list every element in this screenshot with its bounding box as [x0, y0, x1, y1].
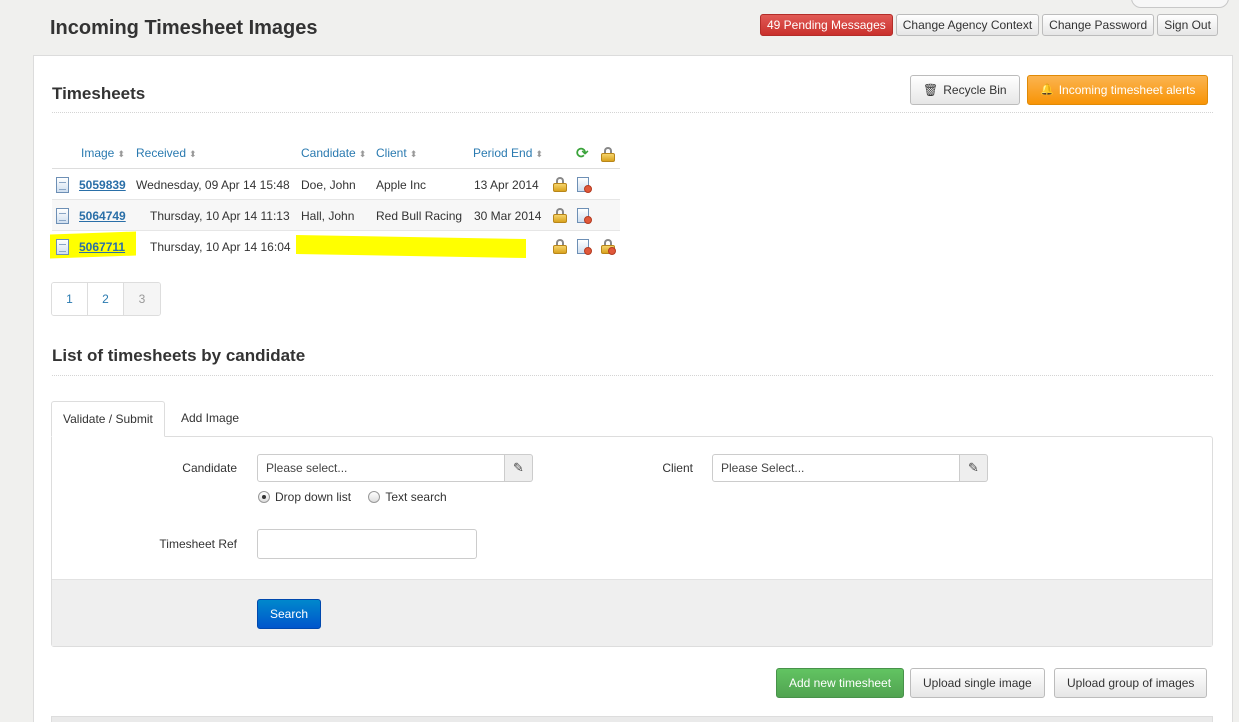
- recycle-bin-label: Recycle Bin: [943, 83, 1007, 97]
- timesheets-heading: Timesheets: [52, 84, 146, 103]
- radio-circle[interactable]: [368, 491, 381, 503]
- tab-validate-submit[interactable]: Validate / Submit: [51, 401, 165, 437]
- redaction-mark: [296, 234, 526, 259]
- image-link[interactable]: 5064749: [79, 209, 126, 223]
- lock-delete-icon[interactable]: [601, 239, 616, 255]
- timesheet-ref-input[interactable]: [257, 529, 477, 559]
- table-row: 5067711 Thursday, 10 Apr 14 16:04: [50, 231, 620, 262]
- document-delete-icon[interactable]: [577, 239, 592, 255]
- divider: [52, 112, 1213, 113]
- col-received-header[interactable]: Received ⬍: [136, 146, 197, 160]
- pagination: 1 2 3: [51, 282, 161, 316]
- table-row: 5064749 Thursday, 10 Apr 14 11:13 Hall, …: [52, 200, 620, 231]
- received-cell: Thursday, 10 Apr 14 11:13: [150, 209, 290, 223]
- page-2[interactable]: 2: [88, 283, 124, 315]
- lock-icon[interactable]: [553, 208, 567, 223]
- lock-icon[interactable]: [553, 239, 567, 254]
- candidate-label: Candidate: [182, 461, 237, 475]
- period-end-cell: 13 Apr 2014: [474, 178, 539, 192]
- candidate-field[interactable]: Please select...: [257, 454, 505, 482]
- tab-add-image[interactable]: Add Image: [170, 401, 250, 437]
- candidate-mode: Drop down list Text search: [258, 490, 461, 506]
- pencil-icon[interactable]: ✎: [505, 454, 533, 482]
- candidate-cell: Doe, John: [301, 178, 356, 192]
- col-received-label: Received: [136, 146, 187, 160]
- lower-panel-edge: [51, 716, 1213, 722]
- document-delete-icon[interactable]: [577, 177, 592, 193]
- col-client-header[interactable]: Client ⬍: [376, 146, 417, 160]
- timesheets-table-header: Image ⬍ Received ⬍ Candidate ⬍ Client ⬍ Peri…: [52, 143, 620, 169]
- radio-text-search[interactable]: Text search: [368, 490, 447, 504]
- list-heading: List of timesheets by candidate: [52, 346, 306, 365]
- client-label: Client: [662, 461, 693, 475]
- bell-icon: 🔔: [1040, 84, 1054, 96]
- pencil-icon[interactable]: ✎: [960, 454, 988, 482]
- page-1[interactable]: 1: [52, 283, 88, 315]
- client-field[interactable]: Please Select...: [712, 454, 960, 482]
- timesheet-ref-label: Timesheet Ref: [159, 537, 237, 551]
- lock-icon[interactable]: [601, 147, 615, 162]
- col-client-label: Client: [376, 146, 407, 160]
- candidate-cell: Hall, John: [301, 209, 355, 223]
- col-image-label: Image: [81, 146, 115, 160]
- col-period-end-header[interactable]: Period End ⬍: [473, 146, 543, 160]
- refresh-icon[interactable]: ⟳: [576, 146, 592, 162]
- upload-single-image-button[interactable]: Upload single image: [910, 668, 1045, 698]
- document-icon: [56, 239, 69, 255]
- top-right-tab: [1131, 0, 1229, 8]
- add-new-timesheet-button[interactable]: Add new timesheet: [776, 668, 905, 698]
- page-3: 3: [124, 283, 160, 315]
- pending-messages-button[interactable]: 49 Pending Messages: [760, 14, 893, 36]
- sort-icon: ⬍: [409, 149, 418, 159]
- radio-circle[interactable]: [258, 491, 270, 503]
- recycle-bin-button[interactable]: 🗑 Recycle Bin: [910, 75, 1020, 105]
- client-cell: Red Bull Racing: [376, 209, 463, 223]
- page-title: Incoming Timesheet Images: [50, 17, 318, 39]
- change-password-button[interactable]: Change Password: [1042, 14, 1155, 36]
- col-period-end-label: Period End: [473, 146, 533, 160]
- sort-icon: ⬍: [117, 149, 125, 159]
- divider: [52, 375, 1213, 376]
- radio-dropdown-label: Drop down list: [275, 490, 352, 504]
- client-select[interactable]: Please Select... ✎: [712, 454, 988, 482]
- sort-icon: ⬍: [358, 149, 367, 159]
- sign-out-button[interactable]: Sign Out: [1157, 14, 1218, 36]
- client-cell: Apple Inc: [376, 178, 427, 192]
- search-button[interactable]: Search: [257, 599, 322, 629]
- form-actions: [52, 579, 1212, 646]
- incoming-alerts-label: Incoming timesheet alerts: [1058, 83, 1196, 97]
- lock-icon[interactable]: [553, 177, 567, 192]
- radio-text-label: Text search: [385, 490, 447, 504]
- incoming-alerts-button[interactable]: 🔔 Incoming timesheet alerts: [1027, 75, 1209, 105]
- image-link[interactable]: 5067711: [79, 240, 125, 254]
- received-cell: Wednesday, 09 Apr 14 15:48: [136, 178, 290, 192]
- sort-icon: ⬍: [535, 149, 543, 159]
- upload-group-images-button[interactable]: Upload group of images: [1054, 668, 1208, 698]
- change-agency-button[interactable]: Change Agency Context: [895, 14, 1040, 36]
- col-image-header[interactable]: Image ⬍: [81, 146, 125, 160]
- table-row: 5059839 Wednesday, 09 Apr 14 15:48 Doe, …: [52, 169, 620, 200]
- period-end-cell: 30 Mar 2014: [474, 209, 542, 223]
- document-icon: [56, 208, 69, 224]
- sort-icon: ⬍: [189, 149, 197, 159]
- trash-icon: 🗑: [923, 83, 939, 97]
- radio-dropdown-list[interactable]: Drop down list: [258, 490, 351, 504]
- col-candidate-header[interactable]: Candidate ⬍: [301, 146, 366, 160]
- candidate-select[interactable]: Please select... ✎: [257, 454, 533, 482]
- document-icon: [56, 177, 69, 193]
- col-candidate-label: Candidate: [301, 146, 356, 160]
- image-link[interactable]: 5059839: [79, 178, 126, 192]
- document-delete-icon[interactable]: [577, 208, 592, 224]
- received-cell: Thursday, 10 Apr 14 16:04: [150, 240, 291, 254]
- top-actions: 49 Pending Messages Change Agency Contex…: [760, 14, 1218, 36]
